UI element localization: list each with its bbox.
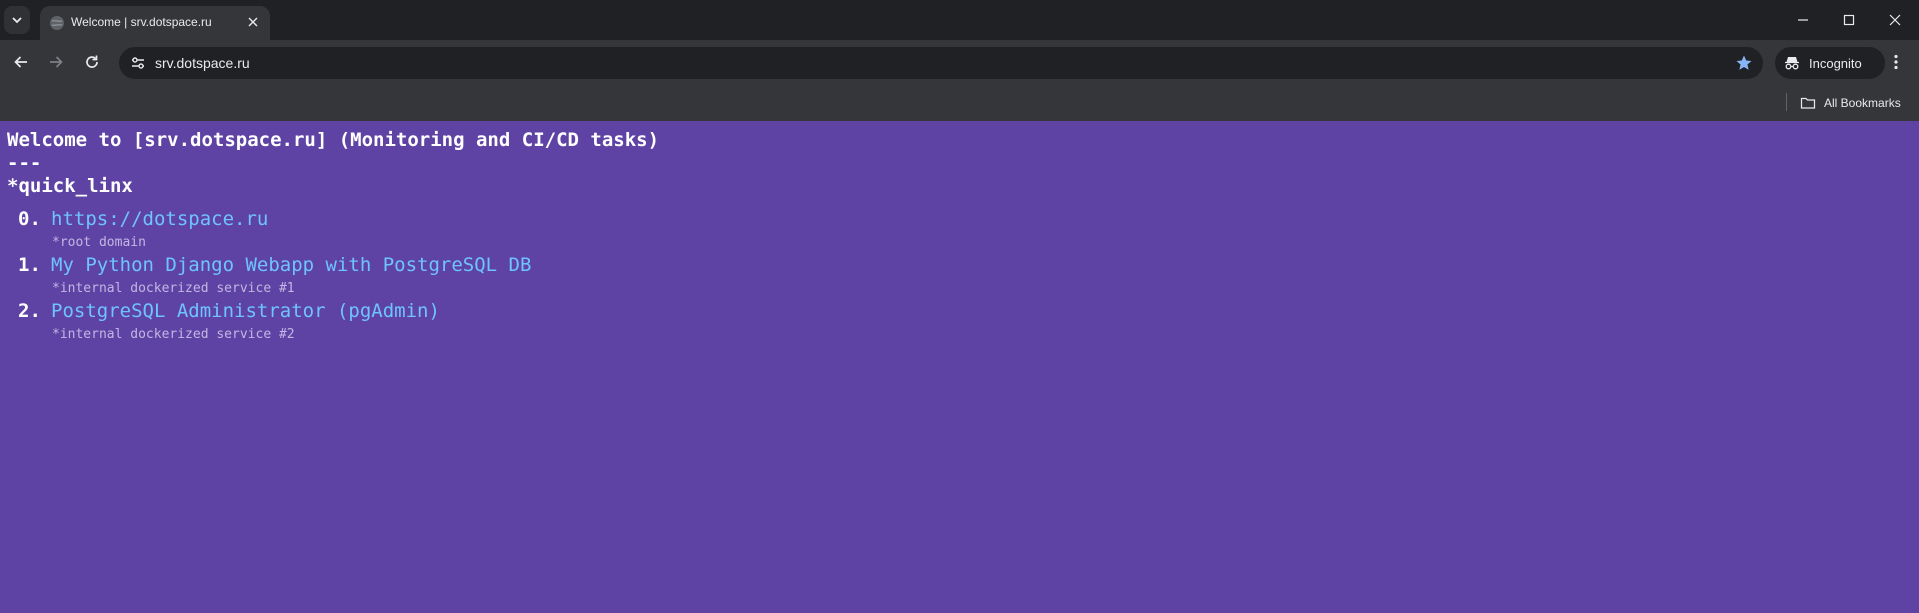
tab-close-button[interactable] xyxy=(242,11,264,33)
close-window-icon xyxy=(1889,14,1901,26)
link-description: *root domain xyxy=(52,235,146,250)
star-icon xyxy=(1736,55,1752,70)
back-button[interactable] xyxy=(7,48,35,76)
reload-icon xyxy=(86,55,98,68)
active-tab[interactable]: Welcome | srv.dotspace.ru xyxy=(40,6,270,40)
tab-strip: Welcome | srv.dotspace.ru xyxy=(0,0,1919,40)
tune-icon xyxy=(132,57,144,69)
close-window-button[interactable] xyxy=(1872,0,1918,40)
minimize-icon xyxy=(1798,19,1808,21)
link-pgadmin[interactable]: PostgreSQL Administrator (pgAdmin) xyxy=(51,300,440,322)
bookmarks-bar: All Bookmarks xyxy=(0,85,1919,121)
separator-text: --- xyxy=(7,152,42,174)
arrow-left-icon xyxy=(14,56,27,68)
link-django-webapp[interactable]: My Python Django Webapp with PostgreSQL … xyxy=(51,254,531,276)
bookmark-star-button[interactable] xyxy=(1733,52,1755,74)
forward-button[interactable] xyxy=(42,48,70,76)
close-icon xyxy=(248,17,258,27)
all-bookmarks-button[interactable]: All Bookmarks xyxy=(1800,91,1901,115)
tab-title: Welcome | srv.dotspace.ru xyxy=(71,15,212,29)
list-item-number: 2. xyxy=(18,300,41,322)
all-bookmarks-label: All Bookmarks xyxy=(1824,96,1901,110)
maximize-icon xyxy=(1843,14,1855,26)
page-title: Welcome to [srv.dotspace.ru] (Monitoring… xyxy=(7,129,660,151)
list-item-number: 0. xyxy=(18,208,41,230)
chevron-down-icon xyxy=(12,17,22,24)
folder-icon xyxy=(1800,97,1816,109)
browser-menu-button[interactable] xyxy=(1882,48,1910,76)
tab-search-button[interactable] xyxy=(4,6,30,34)
section-title: *quick_linx xyxy=(7,175,133,197)
browser-toolbar: srv.dotspace.ru Incognito xyxy=(0,40,1919,85)
maximize-button[interactable] xyxy=(1826,0,1872,40)
more-vertical-icon xyxy=(1894,54,1898,70)
minimize-button[interactable] xyxy=(1780,0,1826,40)
bookmarks-divider xyxy=(1786,93,1787,111)
reload-button[interactable] xyxy=(78,48,106,76)
incognito-badge[interactable]: Incognito xyxy=(1775,47,1885,79)
site-info-button[interactable] xyxy=(127,52,149,74)
link-dotspace-root[interactable]: https://dotspace.ru xyxy=(51,208,268,230)
incognito-icon xyxy=(1785,57,1799,70)
address-bar[interactable]: srv.dotspace.ru xyxy=(119,47,1763,79)
page-content: Welcome to [srv.dotspace.ru] (Monitoring… xyxy=(0,121,1919,613)
incognito-label: Incognito xyxy=(1809,56,1862,71)
globe-icon xyxy=(50,16,64,30)
arrow-right-icon xyxy=(50,56,63,68)
link-description: *internal dockerized service #2 xyxy=(52,327,295,342)
list-item-number: 1. xyxy=(18,254,41,276)
url-text[interactable]: srv.dotspace.ru xyxy=(155,55,250,71)
link-description: *internal dockerized service #1 xyxy=(52,281,295,296)
